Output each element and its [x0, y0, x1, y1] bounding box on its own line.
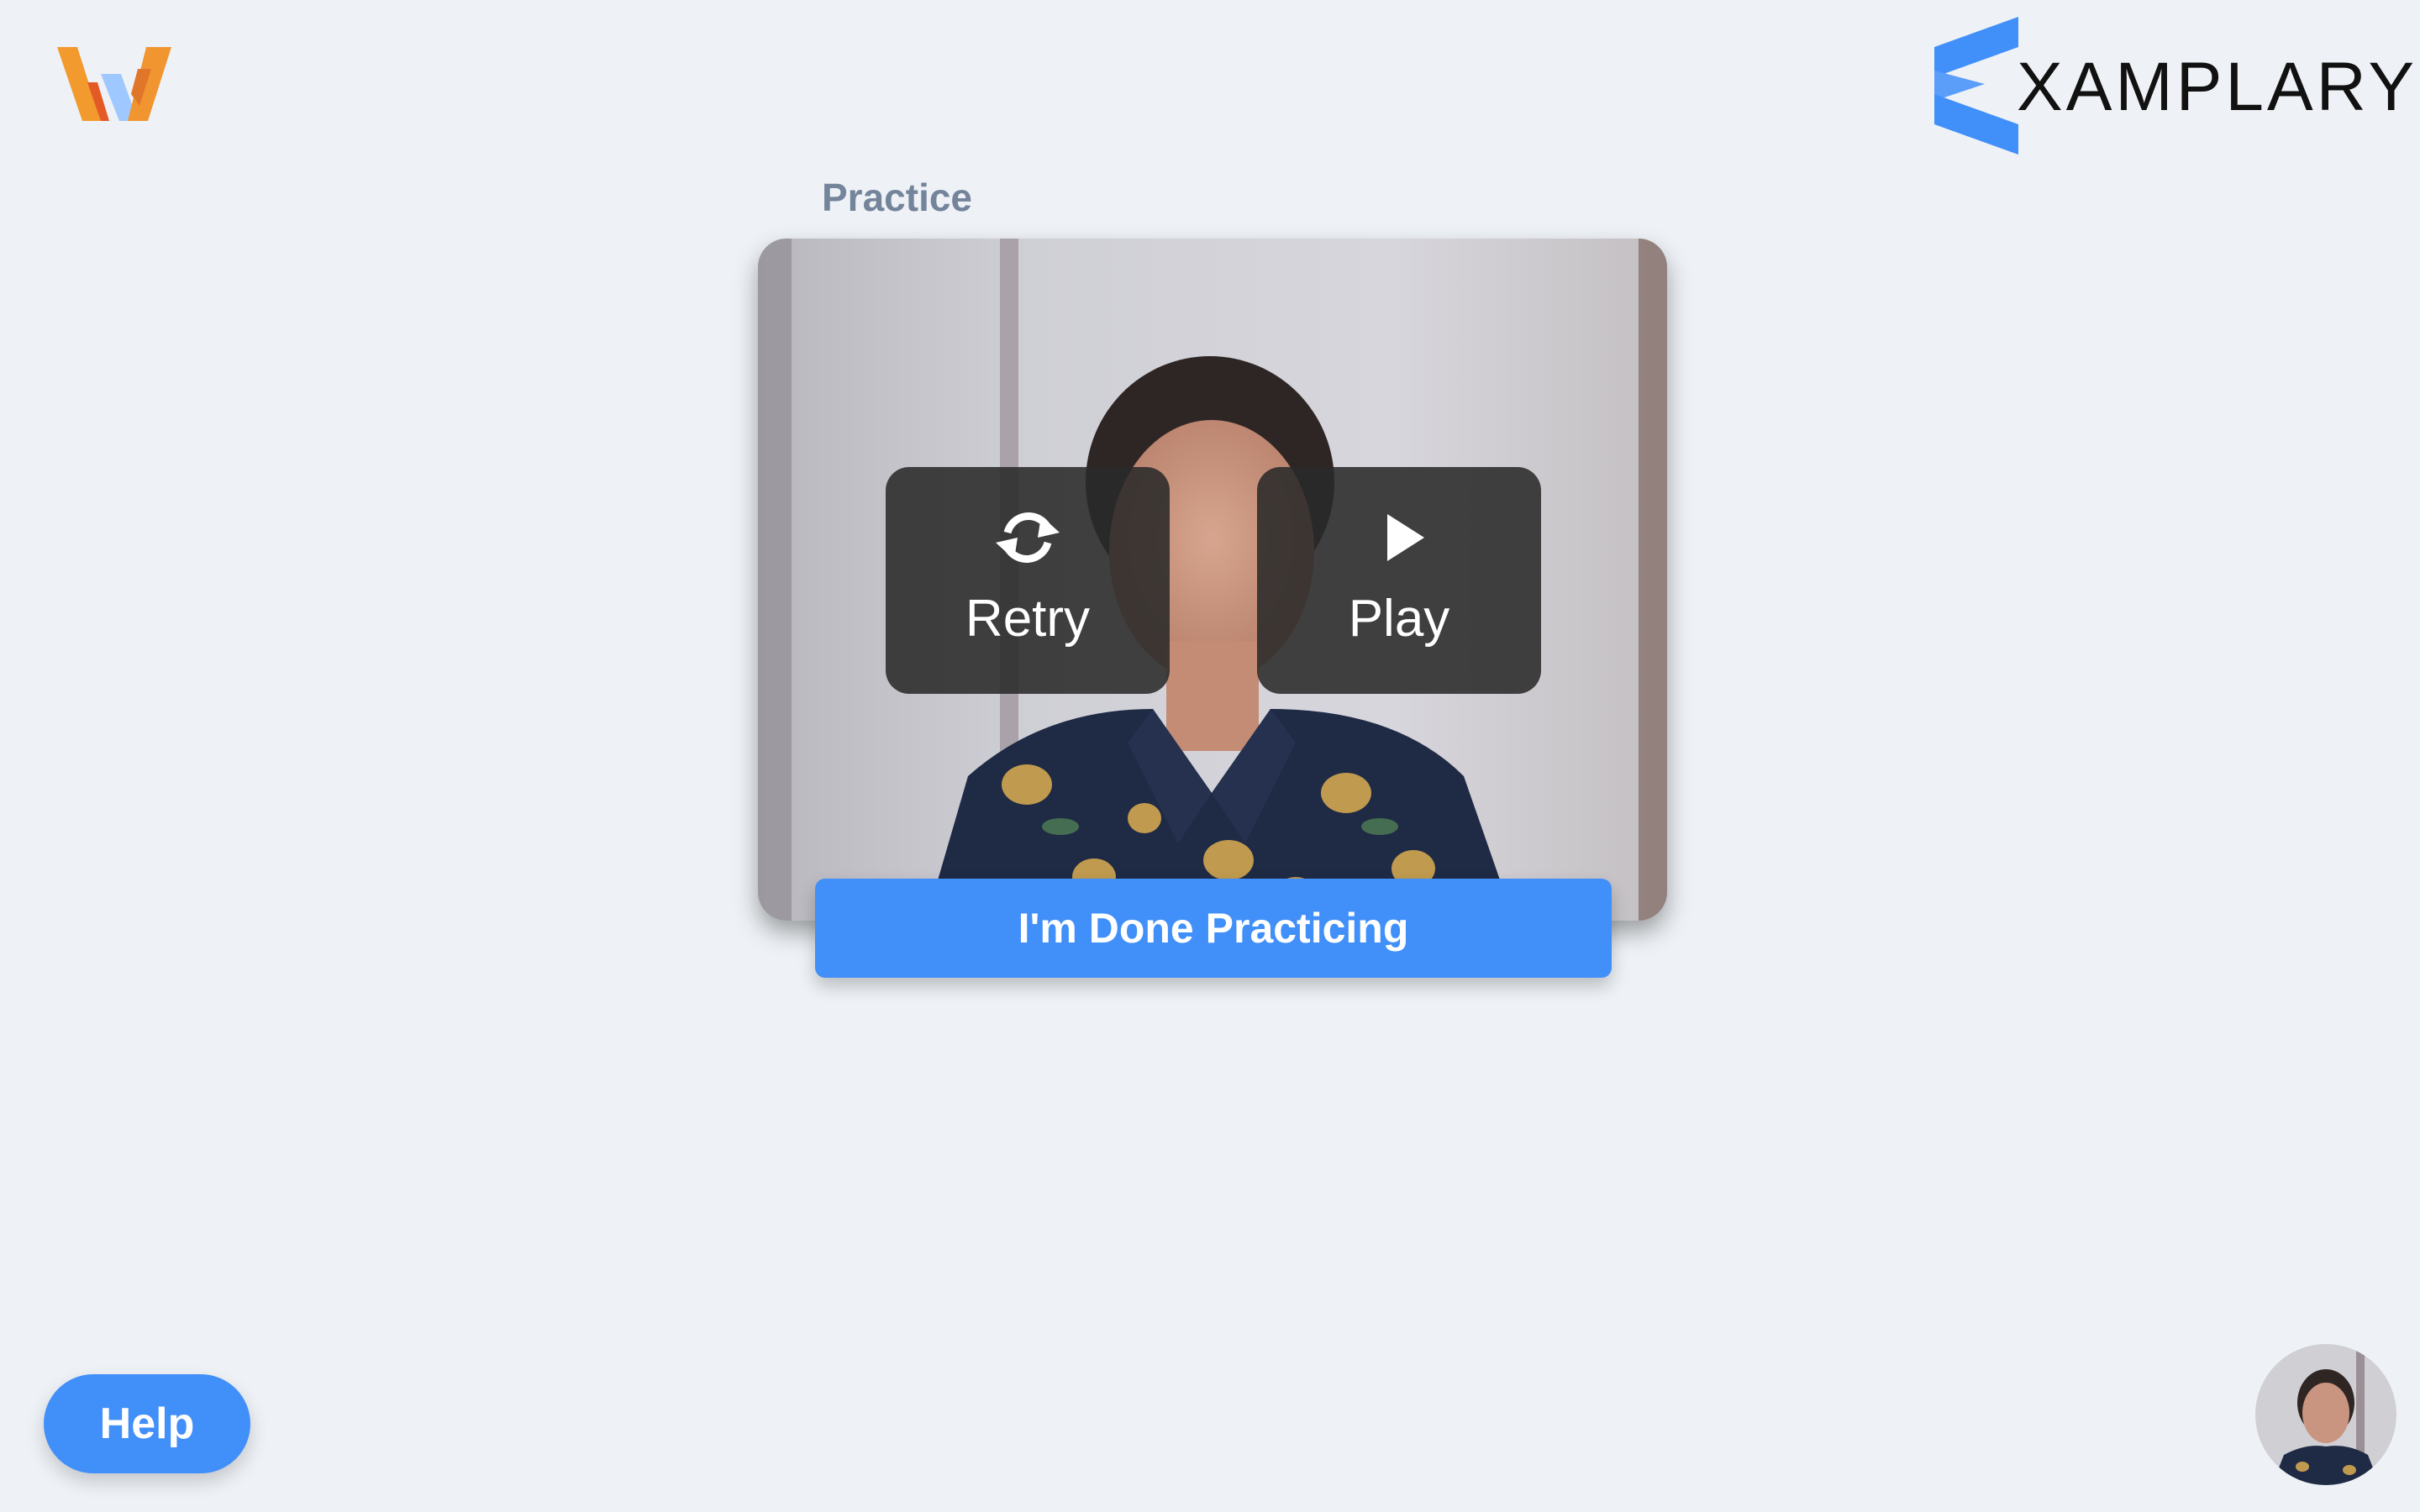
video-preview: Retry Play — [758, 239, 1667, 921]
play-label: Play — [1348, 590, 1450, 648]
section-title: Practice — [822, 176, 973, 219]
help-button[interactable]: Help — [44, 1374, 250, 1473]
xamplary-wordmark: XAMPLARY — [2017, 49, 2418, 125]
w-logo-icon — [57, 47, 171, 121]
done-practicing-button[interactable]: I'm Done Practicing — [815, 879, 1612, 978]
play-icon — [1360, 504, 1438, 571]
retry-button[interactable]: Retry — [886, 467, 1170, 694]
xamplary-logo: XAMPLARY — [1933, 17, 2417, 155]
retry-label: Retry — [965, 590, 1091, 648]
refresh-icon — [989, 504, 1066, 571]
play-button[interactable]: Play — [1257, 467, 1541, 694]
user-camera-avatar[interactable] — [2255, 1344, 2396, 1485]
xamplary-mark-icon — [1934, 17, 2018, 155]
